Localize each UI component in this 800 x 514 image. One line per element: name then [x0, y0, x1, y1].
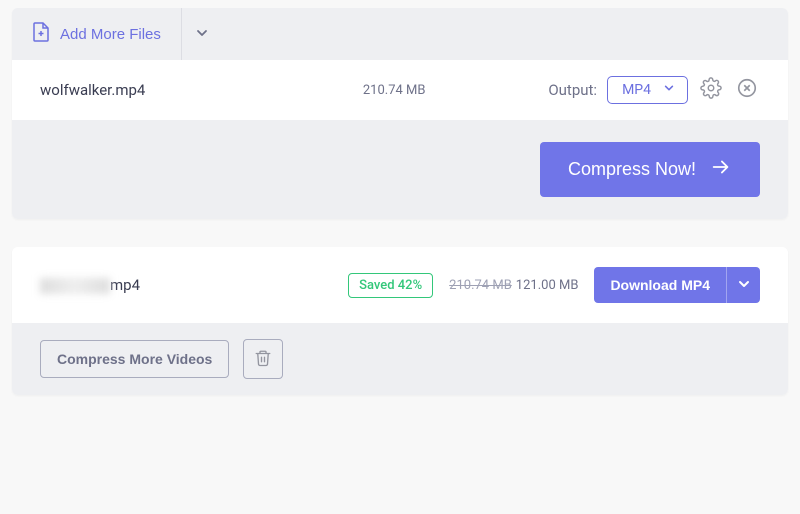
- compress-now-button[interactable]: Compress Now!: [540, 142, 760, 197]
- file-row: wolfwalker.mp4 210.74 MB Output: MP4: [12, 60, 788, 120]
- result-file-name: mp4: [40, 276, 160, 294]
- result-card: mp4 Saved 42% 210.74 MB 121.00 MB Downloa…: [12, 247, 788, 395]
- chevron-down-icon: [663, 82, 675, 98]
- gear-icon: [700, 77, 722, 103]
- file-size: 210.74 MB: [240, 83, 548, 98]
- upload-card: Add More Files wolfwalker.mp4 210.74 MB …: [12, 8, 788, 219]
- add-more-files-dropdown-button[interactable]: [181, 8, 223, 60]
- result-bottom-bar: Compress More Videos: [12, 323, 788, 395]
- output-label: Output:: [548, 81, 597, 99]
- settings-button[interactable]: [698, 77, 724, 103]
- download-group: Download MP4: [594, 267, 760, 303]
- file-name: wolfwalker.mp4: [40, 81, 240, 99]
- add-more-files-label: Add More Files: [60, 26, 161, 43]
- compress-now-label: Compress Now!: [568, 159, 696, 180]
- remove-file-button[interactable]: [734, 77, 760, 103]
- download-button[interactable]: Download MP4: [594, 267, 726, 303]
- output-format-value: MP4: [622, 82, 651, 98]
- new-size: 121.00 MB: [516, 278, 579, 293]
- old-size: 210.74 MB: [449, 278, 512, 293]
- download-dropdown-button[interactable]: [726, 267, 760, 303]
- output-format-select[interactable]: MP4: [607, 76, 688, 104]
- compress-more-videos-button[interactable]: Compress More Videos: [40, 340, 229, 378]
- chevron-down-icon: [737, 277, 751, 294]
- file-plus-icon: [32, 22, 50, 46]
- add-more-files-button[interactable]: Add More Files: [12, 8, 181, 60]
- size-comparison: 210.74 MB 121.00 MB: [449, 278, 578, 293]
- result-extension: mp4: [110, 276, 140, 294]
- compress-action-bar: Compress Now!: [12, 120, 788, 219]
- arrow-right-icon: [710, 156, 732, 183]
- close-circle-icon: [736, 77, 758, 103]
- chevron-down-icon: [195, 26, 209, 43]
- obscured-filename: [40, 278, 110, 294]
- result-row: mp4 Saved 42% 210.74 MB 121.00 MB Downloa…: [12, 247, 788, 323]
- output-group: Output: MP4: [548, 76, 760, 104]
- delete-button[interactable]: [243, 339, 283, 379]
- saved-badge: Saved 42%: [348, 273, 433, 298]
- trash-icon: [254, 349, 272, 370]
- add-files-row: Add More Files: [12, 8, 788, 60]
